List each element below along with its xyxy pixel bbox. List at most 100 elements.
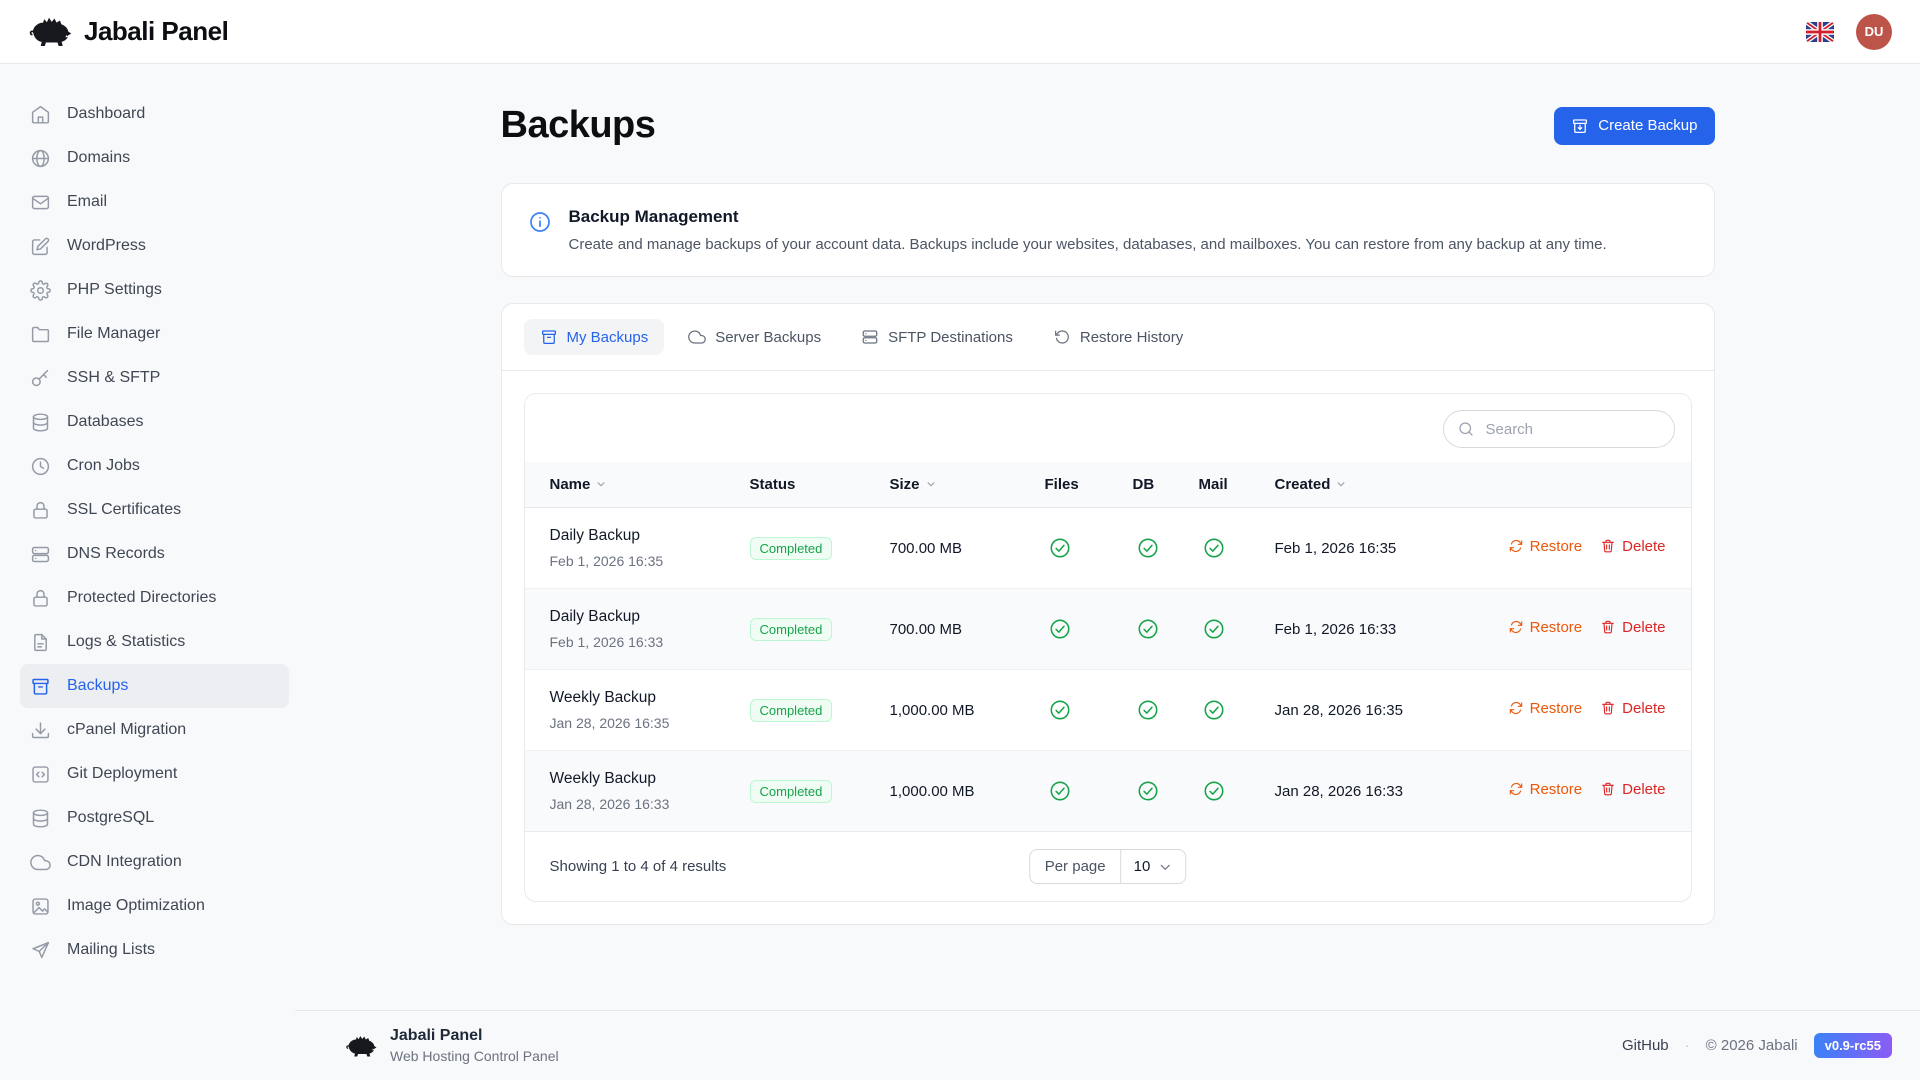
- sidebar-item-label: Protected Directories: [67, 589, 216, 607]
- check-circle-icon: [1199, 618, 1275, 640]
- backup-subdate: Feb 1, 2026 16:35: [550, 553, 750, 569]
- restore-button[interactable]: Restore: [1508, 700, 1583, 717]
- trash-icon: [1600, 538, 1616, 554]
- sidebar-item-label: PostgreSQL: [67, 809, 154, 827]
- folder-icon: [30, 324, 51, 345]
- per-page-label: Per page: [1030, 850, 1122, 883]
- check-circle-icon: [1045, 780, 1133, 802]
- sidebar-item-wordpress[interactable]: WordPress: [20, 224, 289, 268]
- sidebar-item-cron-jobs[interactable]: Cron Jobs: [20, 444, 289, 488]
- restore-button[interactable]: Restore: [1508, 538, 1583, 555]
- sidebar-item-label: Git Deployment: [67, 765, 177, 783]
- column-header-size[interactable]: Size: [890, 462, 1045, 508]
- refresh-icon: [1508, 619, 1524, 635]
- sidebar-item-domains[interactable]: Domains: [20, 136, 289, 180]
- server-icon: [30, 544, 51, 565]
- sidebar-item-backups[interactable]: Backups: [20, 664, 289, 708]
- check-circle-icon: [1133, 780, 1199, 802]
- sidebar-item-dns-records[interactable]: DNS Records: [20, 532, 289, 576]
- backup-created: Jan 28, 2026 16:35: [1275, 670, 1471, 751]
- delete-button[interactable]: Delete: [1600, 781, 1665, 798]
- create-backup-button[interactable]: Create Backup: [1554, 107, 1714, 145]
- status-badge: Completed: [750, 618, 833, 641]
- home-icon: [30, 104, 51, 125]
- status-badge: Completed: [750, 537, 833, 560]
- backup-created: Feb 1, 2026 16:35: [1275, 508, 1471, 589]
- image-icon: [30, 896, 51, 917]
- app-logo[interactable]: Jabali Panel: [28, 15, 228, 48]
- clock-icon: [30, 456, 51, 477]
- check-circle-icon: [1045, 699, 1133, 721]
- table-body: Daily BackupFeb 1, 2026 16:35Completed70…: [525, 508, 1691, 832]
- trash-icon: [1600, 781, 1616, 797]
- column-header-name[interactable]: Name: [525, 462, 750, 508]
- delete-button[interactable]: Delete: [1600, 538, 1665, 555]
- sidebar-item-logs-statistics[interactable]: Logs & Statistics: [20, 620, 289, 664]
- sidebar-item-php-settings[interactable]: PHP Settings: [20, 268, 289, 312]
- check-circle-icon: [1199, 537, 1275, 559]
- sidebar-item-protected-directories[interactable]: Protected Directories: [20, 576, 289, 620]
- sidebar-item-image-optimization[interactable]: Image Optimization: [20, 884, 289, 928]
- top-header: Jabali Panel DU: [0, 0, 1920, 64]
- backup-subdate: Jan 28, 2026 16:33: [550, 796, 750, 812]
- sidebar-item-ssh-sftp[interactable]: SSH & SFTP: [20, 356, 289, 400]
- trash-icon: [1600, 619, 1616, 635]
- language-flag-uk-icon[interactable]: [1806, 22, 1834, 42]
- check-circle-icon: [1045, 618, 1133, 640]
- backup-name: Weekly Backup: [550, 689, 750, 707]
- backup-row-1: Daily BackupFeb 1, 2026 16:35Completed70…: [525, 508, 1691, 589]
- boar-logo-icon: [28, 15, 72, 48]
- info-title: Backup Management: [569, 207, 1607, 227]
- user-avatar[interactable]: DU: [1856, 14, 1892, 50]
- sidebar-item-email[interactable]: Email: [20, 180, 289, 224]
- per-page-value: 10: [1134, 858, 1151, 875]
- refresh-icon: [1508, 538, 1524, 554]
- restore-button[interactable]: Restore: [1508, 619, 1583, 636]
- sidebar-item-label: SSL Certificates: [67, 501, 181, 519]
- search-box: [1443, 410, 1675, 448]
- restore-button[interactable]: Restore: [1508, 781, 1583, 798]
- tab-my-backups[interactable]: My Backups: [524, 319, 665, 355]
- backup-name: Weekly Backup: [550, 770, 750, 788]
- tab-sftp-destinations[interactable]: SFTP Destinations: [845, 319, 1029, 355]
- server-icon: [861, 328, 879, 346]
- sidebar-item-postgresql[interactable]: PostgreSQL: [20, 796, 289, 840]
- delete-button[interactable]: Delete: [1600, 619, 1665, 636]
- backup-subdate: Jan 28, 2026 16:35: [550, 715, 750, 731]
- sidebar-item-label: File Manager: [67, 325, 160, 343]
- column-header-db: DB: [1133, 462, 1199, 508]
- delete-button[interactable]: Delete: [1600, 700, 1665, 717]
- table-header-row: NameStatusSizeFilesDBMailCreated: [525, 462, 1691, 508]
- sidebar-item-ssl-certificates[interactable]: SSL Certificates: [20, 488, 289, 532]
- per-page-select[interactable]: Per page 10: [1029, 849, 1187, 884]
- refresh-icon: [1508, 781, 1524, 797]
- tab-restore-history[interactable]: Restore History: [1037, 319, 1199, 355]
- backup-created: Jan 28, 2026 16:33: [1275, 751, 1471, 832]
- search-input[interactable]: [1443, 410, 1675, 448]
- github-link[interactable]: GitHub: [1614, 1037, 1669, 1054]
- column-header-status: Status: [750, 462, 890, 508]
- sidebar-item-file-manager[interactable]: File Manager: [20, 312, 289, 356]
- sidebar-item-cpanel-migration[interactable]: cPanel Migration: [20, 708, 289, 752]
- sort-chevron-icon: [920, 476, 938, 493]
- sidebar-item-label: Cron Jobs: [67, 457, 140, 475]
- key-icon: [30, 368, 51, 389]
- sidebar-item-dashboard[interactable]: Dashboard: [20, 92, 289, 136]
- send-icon: [30, 940, 51, 961]
- footer-separator: ·: [1685, 1037, 1690, 1054]
- backup-size: 700.00 MB: [890, 589, 1045, 670]
- page-header: Backups Create Backup: [501, 104, 1715, 147]
- sort-chevron-icon: [590, 476, 608, 493]
- column-header-created[interactable]: Created: [1275, 462, 1471, 508]
- mail-icon: [30, 192, 51, 213]
- database-icon: [30, 808, 51, 829]
- results-summary: Showing 1 to 4 of 4 results: [550, 858, 727, 875]
- sidebar-item-git-deployment[interactable]: Git Deployment: [20, 752, 289, 796]
- sidebar-item-databases[interactable]: Databases: [20, 400, 289, 444]
- sidebar-item-cdn-integration[interactable]: CDN Integration: [20, 840, 289, 884]
- sidebar-item-mailing-lists[interactable]: Mailing Lists: [20, 928, 289, 972]
- tab-bar: My BackupsServer BackupsSFTP Destination…: [502, 304, 1714, 371]
- tab-server-backups[interactable]: Server Backups: [672, 319, 837, 355]
- info-icon: [528, 207, 552, 253]
- status-badge: Completed: [750, 699, 833, 722]
